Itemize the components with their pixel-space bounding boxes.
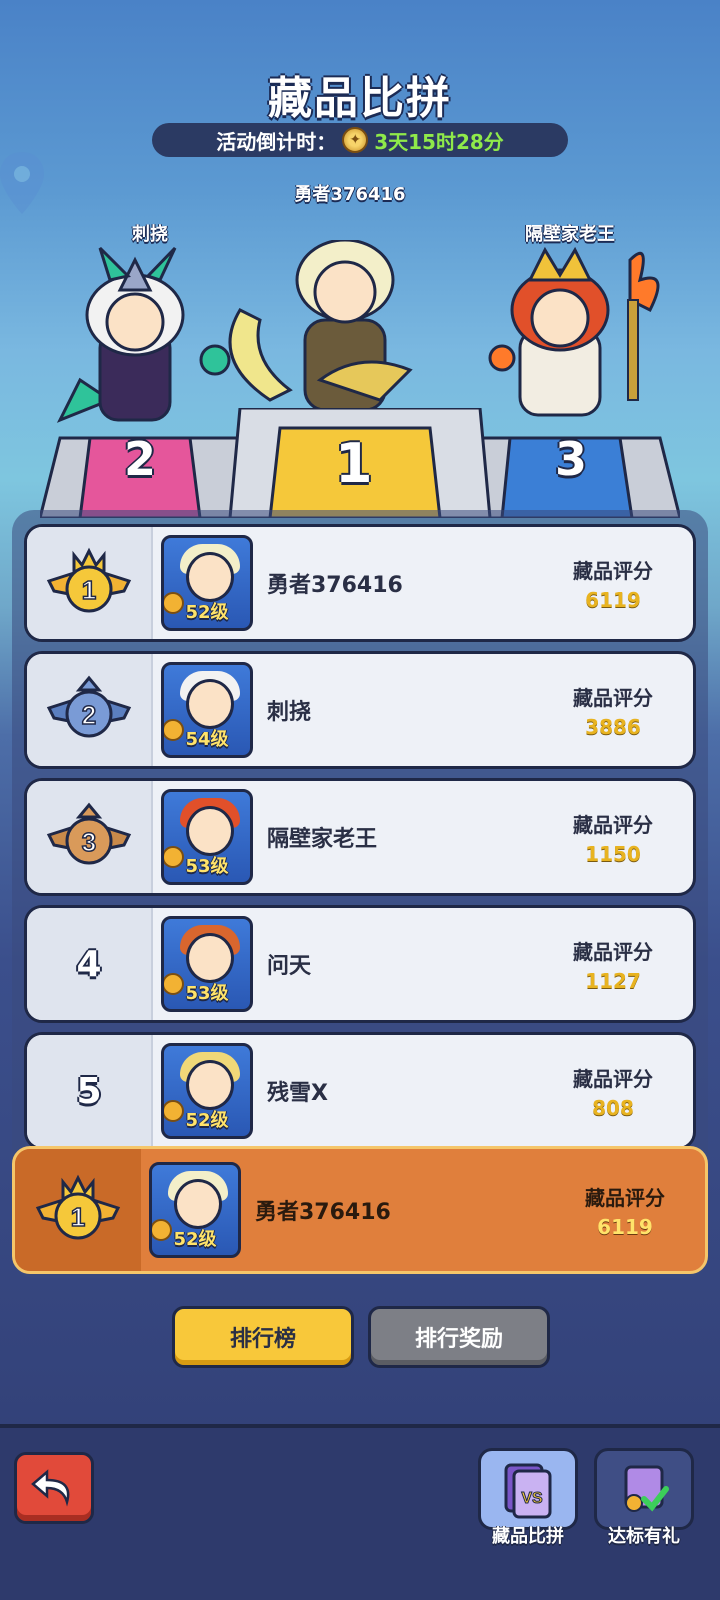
rank-badge: 5 — [27, 1035, 153, 1147]
podium-characters — [56, 240, 660, 423]
page-title: 藏品比拼 — [268, 73, 452, 124]
collection-compare-tab[interactable]: VS — [478, 1448, 578, 1530]
silver-medal-icon: 2 — [46, 675, 132, 738]
score-label: 藏品评分 — [573, 558, 653, 583]
rank-badge: 1 — [27, 527, 153, 639]
podium-rank-3: 3 — [555, 432, 588, 486]
character-first — [228, 240, 413, 412]
ranking-row[interactable]: 1 52级 勇者376416 藏品评分 6119 — [24, 524, 696, 642]
player-level: 52级 — [173, 1229, 217, 1250]
my-rank-row[interactable]: 1 52级 勇者376416 藏品评分 6119 — [12, 1146, 708, 1274]
player-name: 勇者376416 — [267, 573, 403, 598]
rank-number: 3 — [82, 827, 96, 857]
clock-icon: ✦ — [342, 127, 369, 153]
svg-text:VS: VS — [521, 1490, 543, 1507]
gold-medal-icon: 1 — [35, 1174, 121, 1240]
player-name: 勇者376416 — [255, 1200, 391, 1225]
score-block: 藏品评分 808 — [533, 1063, 693, 1120]
vs-cards-icon: VS — [504, 1463, 552, 1519]
score-label: 藏品评分 — [585, 1185, 665, 1210]
countdown-bar: 活动倒计时： ✦ 3天15时28分 — [152, 123, 568, 157]
ranking-row[interactable]: 4 53级 问天 藏品评分 1127 — [24, 905, 696, 1023]
player-level: 52级 — [185, 602, 229, 623]
score-value: 1150 — [585, 841, 641, 866]
character-second — [56, 246, 231, 423]
countdown-label: 活动倒计时： — [216, 129, 337, 154]
score-value: 3886 — [585, 714, 641, 739]
player-name: 残雪X — [267, 1081, 328, 1106]
score-block: 藏品评分 1127 — [533, 936, 693, 993]
player-name: 隔壁家老王 — [267, 827, 378, 852]
score-block: 藏品评分 6119 — [545, 1182, 705, 1239]
character-third — [488, 246, 660, 417]
ranking-row[interactable]: 5 52级 残雪X 藏品评分 808 — [24, 1032, 696, 1150]
score-value: 6119 — [585, 587, 641, 612]
avatar: 54级 — [161, 662, 253, 758]
score-value: 1127 — [585, 968, 641, 993]
score-label: 藏品评分 — [573, 685, 653, 710]
player-level: 54级 — [185, 729, 229, 750]
countdown-value: 3天15时28分 — [374, 129, 504, 154]
rank-badge: 1 — [15, 1149, 141, 1271]
score-value: 6119 — [597, 1214, 653, 1239]
back-arrow-icon — [31, 1469, 70, 1507]
avatar: 53级 — [161, 916, 253, 1012]
rewards-button[interactable]: 排行奖励 — [368, 1306, 550, 1368]
bronze-medal-icon: 3 — [46, 802, 132, 865]
player-name: 问天 — [267, 954, 312, 979]
score-value: 808 — [592, 1095, 634, 1120]
rank-badge: 2 — [27, 654, 153, 766]
rank-number: 1 — [82, 575, 96, 605]
avatar: 53级 — [161, 789, 253, 885]
collection-compare-label: 藏品比拼 — [492, 1526, 564, 1547]
score-block: 藏品评分 1150 — [533, 809, 693, 866]
rank-number: 4 — [76, 943, 102, 985]
avatar: 52级 — [161, 1043, 253, 1139]
score-label: 藏品评分 — [573, 1066, 653, 1091]
rank-number: 2 — [82, 700, 96, 730]
podium-rank-2: 2 — [124, 432, 157, 486]
podium-first-name: 勇者376416 — [294, 184, 406, 205]
player-level: 53级 — [185, 856, 229, 877]
avatar: 52级 — [161, 535, 253, 631]
gift-check-icon — [624, 1465, 669, 1512]
ranking-row[interactable]: 2 54级 刺挠 藏品评分 3886 — [24, 651, 696, 769]
leaderboard-button[interactable]: 排行榜 — [172, 1306, 354, 1368]
location-pin-icon — [0, 152, 44, 214]
rank-number: 1 — [71, 1202, 85, 1232]
player-level: 52级 — [185, 1110, 229, 1131]
rank-badge: 3 — [27, 781, 153, 893]
score-label: 藏品评分 — [573, 812, 653, 837]
rank-number: 5 — [76, 1070, 102, 1112]
score-block: 藏品评分 6119 — [533, 555, 693, 612]
player-name: 刺挠 — [267, 700, 312, 725]
milestone-gift-label: 达标有礼 — [608, 1526, 680, 1547]
score-label: 藏品评分 — [573, 939, 653, 964]
ranking-row[interactable]: 3 53级 隔壁家老王 藏品评分 1150 — [24, 778, 696, 896]
gold-medal-icon: 1 — [46, 547, 132, 613]
milestone-gift-tab[interactable] — [594, 1448, 694, 1530]
rank-badge: 4 — [27, 908, 153, 1020]
podium-rank-1: 1 — [335, 432, 373, 495]
avatar: 52级 — [149, 1162, 241, 1258]
back-button[interactable] — [14, 1452, 94, 1524]
player-level: 53级 — [185, 983, 229, 1004]
score-block: 藏品评分 3886 — [533, 682, 693, 739]
